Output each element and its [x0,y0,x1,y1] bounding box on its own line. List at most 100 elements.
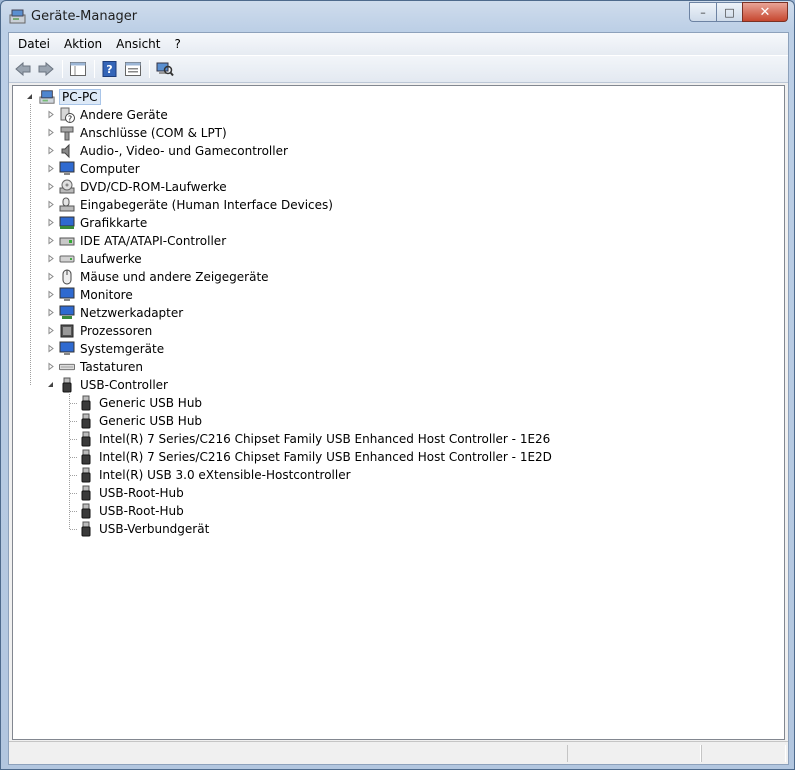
minimize-button[interactable]: – [689,2,716,22]
tree-device-item[interactable]: USB-Root-Hub [78,502,185,520]
tree-node-label: Grafikkarte [80,216,148,230]
category-expand-toggle[interactable] [46,272,55,281]
category-expand-toggle[interactable] [46,326,55,335]
tree-device-item[interactable]: Generic USB Hub [78,412,203,430]
tree-connector [70,421,77,422]
tree-node-label: Eingabegeräte (Human Interface Devices) [80,198,333,212]
category-expand-toggle[interactable] [46,344,55,353]
category-expand-toggle[interactable] [46,290,55,299]
category-expand-toggle[interactable] [46,218,55,227]
status-pane [701,745,786,762]
toolbar-separator [149,60,150,78]
category-expand-toggle[interactable] [46,254,55,263]
tree-category-item[interactable]: Netzwerkadapter [59,304,184,322]
processor-icon [59,323,75,339]
properties-view-button[interactable] [122,58,144,80]
category-expand-toggle[interactable] [46,128,55,137]
tree-node-label: Intel(R) 7 Series/C216 Chipset Family US… [99,450,552,464]
menu-bar: Datei Aktion Ansicht? [9,33,788,55]
tree-connector [70,529,77,530]
tree-node-label: Anschlüsse (COM & LPT) [80,126,227,140]
status-bar [9,741,788,764]
usb-icon [78,467,94,483]
tree-node-label: USB-Verbundgerät [99,522,210,536]
tree-device-item[interactable]: Intel(R) 7 Series/C216 Chipset Family US… [78,430,551,448]
tree-device-item[interactable]: USB-Verbundgerät [78,520,210,538]
monitor-icon [59,287,75,303]
client-area: Datei Aktion Ansicht? ? PC-PC ? Andere G… [8,32,789,765]
scan-hardware-button[interactable] [154,58,176,80]
title-bar[interactable]: Geräte-Manager – □ ✕ [1,1,794,33]
svg-text:?: ? [68,115,72,124]
tree-node-label: USB-Root-Hub [99,504,184,518]
usb-icon [78,449,94,465]
help-button[interactable]: ? [99,58,121,80]
category-expand-toggle[interactable] [46,182,55,191]
menu-datei[interactable]: Datei [12,35,56,53]
tree-category-item[interactable]: ? Andere Geräte [59,106,169,124]
keyboard-icon [59,359,75,375]
tree-node-label: USB-Controller [80,378,168,392]
maximize-button[interactable]: □ [716,2,742,22]
usb-icon [78,503,94,519]
tree-node-label: Generic USB Hub [99,396,203,410]
forward-arrow-icon [38,61,54,77]
tree-node-label: Generic USB Hub [99,414,203,428]
tree-category-item[interactable]: Grafikkarte [59,214,148,232]
window-title: Geräte-Manager [31,9,138,24]
tree-category-item[interactable]: IDE ATA/ATAPI-Controller [59,232,227,250]
usb-icon [78,521,94,537]
tree-category-item[interactable]: USB-Controller [59,376,169,394]
menu-ansicht[interactable]: Ansicht [110,35,166,53]
tree-device-item[interactable]: Intel(R) USB 3.0 eXtensible-Hostcontroll… [78,466,352,484]
device-tree[interactable]: PC-PC? Andere Geräte Anschlüsse (COM & LPT… [12,85,785,740]
forward-button[interactable] [35,58,57,80]
usb-icon [78,413,94,429]
tree-category-item[interactable]: DVD/CD-ROM-Laufwerke [59,178,228,196]
tree-category-item[interactable]: Eingabegeräte (Human Interface Devices) [59,196,334,214]
root-collapse-toggle[interactable] [25,92,34,101]
tree-node-label: Monitore [80,288,133,302]
close-button[interactable]: ✕ [742,2,788,22]
category-expand-toggle[interactable] [46,308,55,317]
tree-device-item[interactable]: USB-Root-Hub [78,484,185,502]
tree-category-item[interactable]: Anschlüsse (COM & LPT) [59,124,228,142]
category-expand-toggle[interactable] [46,164,55,173]
tree-device-item[interactable]: Intel(R) 7 Series/C216 Chipset Family US… [78,448,553,466]
back-arrow-icon [15,61,31,77]
menu-help[interactable]: ? [168,35,186,53]
show-console-tree-button[interactable] [67,58,89,80]
category-expand-toggle[interactable] [46,362,55,371]
tree-category-item[interactable]: Prozessoren [59,322,153,340]
category-expand-toggle[interactable] [46,110,55,119]
tree-node-label: Andere Geräte [80,108,168,122]
tree-node-label: PC-PC [59,89,101,105]
tree-node-label: Prozessoren [80,324,153,338]
tree-category-item[interactable]: Mäuse und andere Zeigegeräte [59,268,270,286]
tree-connector [70,493,77,494]
tree-connector [70,475,77,476]
category-collapse-toggle[interactable] [46,380,55,389]
tree-device-item[interactable]: Generic USB Hub [78,394,203,412]
tree-node-label: Laufwerke [80,252,142,266]
category-expand-toggle[interactable] [46,236,55,245]
tree-root-pc[interactable]: PC-PC [39,88,101,106]
category-expand-toggle[interactable] [46,200,55,209]
tree-connector [30,104,31,385]
tree-connector [69,392,70,529]
tree-category-item[interactable]: Laufwerke [59,250,143,268]
tree-category-item[interactable]: Computer [59,160,141,178]
tree-category-item[interactable]: Systemgeräte [59,340,165,358]
tree-category-item[interactable]: Tastaturen [59,358,144,376]
category-expand-toggle[interactable] [46,146,55,155]
speaker-icon [59,143,75,159]
back-button[interactable] [12,58,34,80]
help-icon: ? [102,61,117,77]
tree-node-label: USB-Root-Hub [99,486,184,500]
status-pane [567,745,701,762]
tree-node-label: Computer [80,162,140,176]
tree-category-item[interactable]: Monitore [59,286,134,304]
tree-node-label: DVD/CD-ROM-Laufwerke [80,180,227,194]
tree-category-item[interactable]: Audio-, Video- und Gamecontroller [59,142,289,160]
menu-aktion[interactable]: Aktion [58,35,108,53]
